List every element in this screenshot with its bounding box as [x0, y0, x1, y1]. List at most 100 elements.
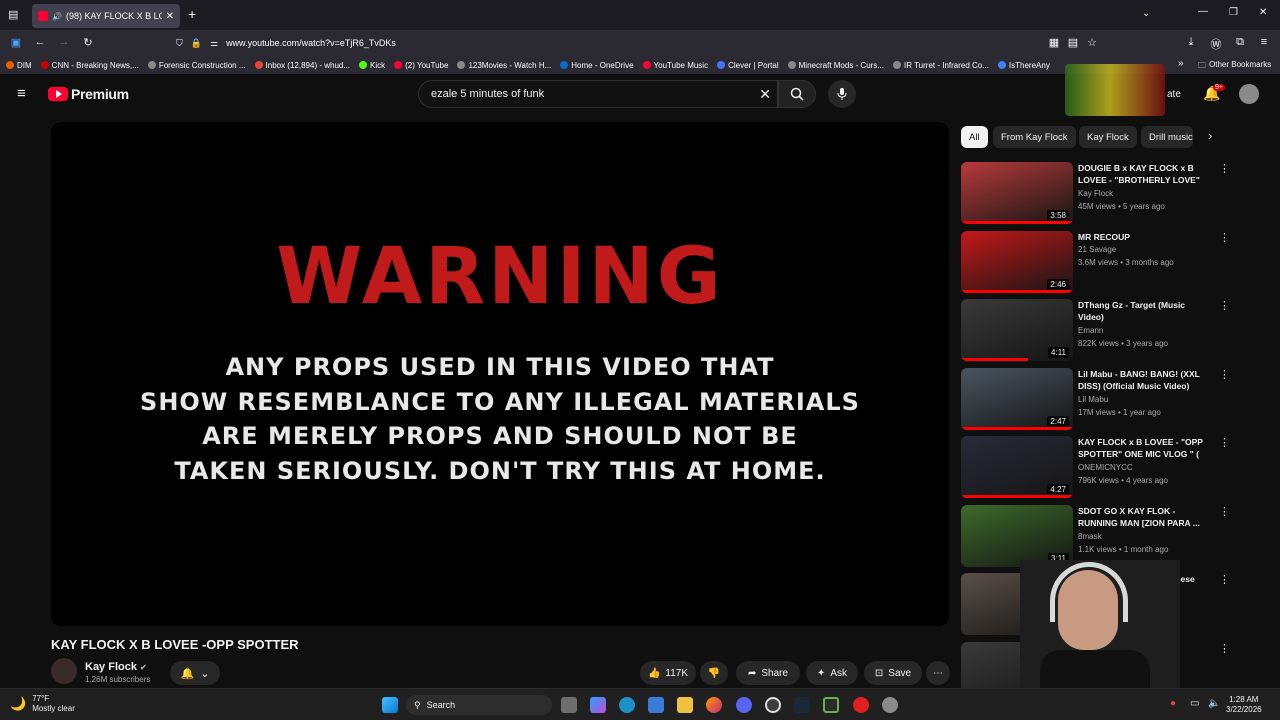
- video-thumbnail[interactable]: 2:47: [961, 367, 1073, 430]
- network-icon[interactable]: ▭: [1190, 698, 1199, 709]
- close-tab-icon[interactable]: ✕: [166, 11, 174, 22]
- tab-list-icon[interactable]: ▤: [8, 8, 18, 21]
- chevron-right-icon[interactable]: ›: [1208, 128, 1212, 143]
- recommended-video[interactable]: 2:46 MR RECOUP 21 Savage 3.6M views • 3 mon…: [961, 230, 1231, 293]
- account-icon[interactable]: Ⓦ: [1206, 36, 1226, 52]
- search-input[interactable]: ezale 5 minutes of funk ✕: [418, 80, 778, 108]
- discord-icon[interactable]: [736, 697, 752, 713]
- recommended-video[interactable]: 2:47 Lil Mabu - BANG! BANG! (XXL DISS) (O…: [961, 367, 1231, 430]
- firefox-icon[interactable]: [706, 697, 722, 713]
- recommended-video[interactable]: 4:27 KAY FLOCK x B LOVEE - "OPP SPOTTER" …: [961, 436, 1231, 498]
- browser-tab[interactable]: 🔊 (98) KAY FLOCK X B LOVEE ✕: [32, 4, 180, 28]
- more-options-icon[interactable]: ⋮: [1219, 505, 1230, 518]
- search-query[interactable]: ezale 5 minutes of funk: [431, 88, 544, 100]
- extensions-icon[interactable]: ⧉: [1230, 36, 1250, 49]
- shield-icon[interactable]: ⛉: [176, 38, 183, 49]
- recommended-video-title[interactable]: DOUGIE B x KAY FLOCK x B LOVEE - "BROTHE…: [1078, 162, 1208, 186]
- store-icon[interactable]: [648, 697, 664, 713]
- recommended-channel[interactable]: Lil Mabu: [1078, 395, 1108, 404]
- youtube-music-icon[interactable]: [853, 697, 869, 713]
- back-icon[interactable]: ←: [30, 36, 50, 48]
- more-actions-button[interactable]: ⋯: [926, 661, 950, 685]
- recommended-video-title[interactable]: Lil Mabu - BANG! BANG! (XXL DISS) (Offic…: [1078, 368, 1208, 392]
- bookmark-item[interactable]: Kick: [359, 61, 385, 70]
- bookmark-item[interactable]: Home - OneDrive: [560, 61, 634, 70]
- weather-widget[interactable]: 🌙 77°F Mostly clear: [10, 694, 75, 714]
- recommended-video-title[interactable]: SDOT GO X KAY FLOK - RUNNING MAN [ZION P…: [1078, 505, 1208, 529]
- dislike-button[interactable]: 👎: [700, 661, 728, 685]
- more-options-icon[interactable]: ⋮: [1219, 231, 1230, 244]
- bookmark-star-icon[interactable]: ☆: [1082, 36, 1102, 49]
- recommended-video-title[interactable]: DThang Gz - Target (Music Video): [1078, 299, 1208, 323]
- lock-icon[interactable]: 🔒: [191, 38, 202, 49]
- bookmark-item[interactable]: Clever | Portal: [717, 61, 779, 70]
- speaker-icon[interactable]: 🔊: [52, 12, 62, 21]
- bookmark-item[interactable]: IR Turret - Infrared Co...: [893, 61, 989, 70]
- bookmark-item[interactable]: (2) YouTube: [394, 61, 448, 70]
- downloads-icon[interactable]: ⤓: [1181, 36, 1201, 49]
- chip-drill-music[interactable]: Drill music: [1141, 126, 1193, 148]
- sidebar-icon[interactable]: ▣: [6, 36, 26, 49]
- video-thumbnail[interactable]: 3:11: [961, 504, 1073, 567]
- taskbar-search[interactable]: ⚲ Search: [406, 695, 552, 715]
- video-thumbnail[interactable]: 4:11: [961, 299, 1073, 361]
- more-options-icon[interactable]: ⋮: [1219, 642, 1230, 655]
- like-button[interactable]: 👍 117K: [640, 661, 696, 685]
- bookmark-item[interactable]: Inbox (12,894) - whud...: [254, 61, 350, 70]
- chrome-icon[interactable]: [765, 697, 781, 713]
- close-window-icon[interactable]: ✕: [1259, 7, 1267, 18]
- hamburger-menu-icon[interactable]: ≡: [17, 85, 26, 102]
- volume-icon[interactable]: 🔈: [1208, 698, 1220, 709]
- permissions-icon[interactable]: ⚌: [210, 38, 218, 49]
- other-bookmarks[interactable]: 🗀 Other Bookmarks: [1198, 60, 1271, 74]
- recommended-channel[interactable]: Emann: [1078, 326, 1103, 335]
- recommended-video[interactable]: 3:58 DOUGIE B x KAY FLOCK x B LOVEE - "BR…: [961, 162, 1231, 224]
- recommended-channel[interactable]: Kay Flock: [1078, 189, 1113, 198]
- save-button[interactable]: ⊡ Save: [864, 661, 922, 685]
- file-explorer-icon[interactable]: [677, 697, 693, 713]
- media-player-icon[interactable]: [823, 697, 839, 713]
- reader-view-icon[interactable]: ▤: [1063, 36, 1083, 49]
- more-options-icon[interactable]: ⋮: [1219, 436, 1230, 449]
- create-button-label[interactable]: ate: [1167, 89, 1181, 100]
- task-view-icon[interactable]: [561, 697, 577, 713]
- start-icon[interactable]: [382, 697, 398, 713]
- voice-search-button[interactable]: [828, 80, 856, 108]
- settings-icon[interactable]: [882, 697, 898, 713]
- microphone-icon[interactable]: ●: [1170, 698, 1176, 709]
- chip-from-kay-flock[interactable]: From Kay Flock: [993, 126, 1076, 148]
- video-thumbnail[interactable]: 2:46: [961, 230, 1073, 293]
- bookmark-item[interactable]: CNN - Breaking News,...: [40, 61, 139, 70]
- reload-icon[interactable]: ↻: [78, 36, 98, 49]
- bookmark-item[interactable]: YouTube Music: [642, 61, 708, 70]
- system-clock[interactable]: 1:28 AM 3/22/2026: [1226, 695, 1262, 715]
- video-player[interactable]: WARNING ANY PROPS USED IN THIS VIDEO THA…: [51, 122, 949, 626]
- chip-all[interactable]: All: [961, 126, 988, 148]
- avatar[interactable]: [1239, 84, 1259, 104]
- bookmark-item[interactable]: IsThereAny: [997, 61, 1050, 70]
- more-options-icon[interactable]: ⋮: [1219, 368, 1230, 381]
- bookmark-item[interactable]: DIM: [6, 61, 32, 70]
- url-text[interactable]: www.youtube.com/watch?v=eTjR6_TvDKs: [226, 38, 396, 48]
- url-bar[interactable]: ⛉ 🔒 ⚌ www.youtube.com/watch?v=eTjR6_TvDK…: [176, 33, 1106, 53]
- search-button[interactable]: [778, 80, 816, 108]
- recommended-video[interactable]: 4:11 DThang Gz - Target (Music Video) Eman…: [961, 299, 1231, 361]
- menu-icon[interactable]: ≡: [1254, 36, 1274, 48]
- minimize-icon[interactable]: —: [1198, 6, 1208, 17]
- chip-kay-flock[interactable]: Kay Flock: [1079, 126, 1137, 148]
- channel-name[interactable]: Kay Flock ✔: [85, 661, 147, 673]
- clear-search-icon[interactable]: ✕: [759, 86, 771, 103]
- video-thumbnail[interactable]: 3:58: [961, 162, 1073, 224]
- recommended-channel[interactable]: ONEMICNYCC: [1078, 463, 1133, 472]
- recommended-video[interactable]: 3:11 SDOT GO X KAY FLOK - RUNNING MAN [ZI…: [961, 504, 1231, 567]
- more-options-icon[interactable]: ⋮: [1219, 573, 1230, 586]
- bookmark-item[interactable]: Minecraft Mods - Curs...: [787, 61, 884, 70]
- list-all-tabs-icon[interactable]: ⌄: [1142, 8, 1150, 19]
- bookmark-item[interactable]: Forensic Construction ...: [147, 61, 246, 70]
- channel-avatar[interactable]: [51, 658, 77, 684]
- steam-icon[interactable]: [794, 697, 810, 713]
- more-bookmarks-icon[interactable]: »: [1178, 58, 1184, 69]
- bookmark-item[interactable]: 123Movies - Watch H...: [457, 61, 551, 70]
- more-options-icon[interactable]: ⋮: [1219, 162, 1230, 175]
- video-thumbnail[interactable]: 4:27: [961, 436, 1073, 498]
